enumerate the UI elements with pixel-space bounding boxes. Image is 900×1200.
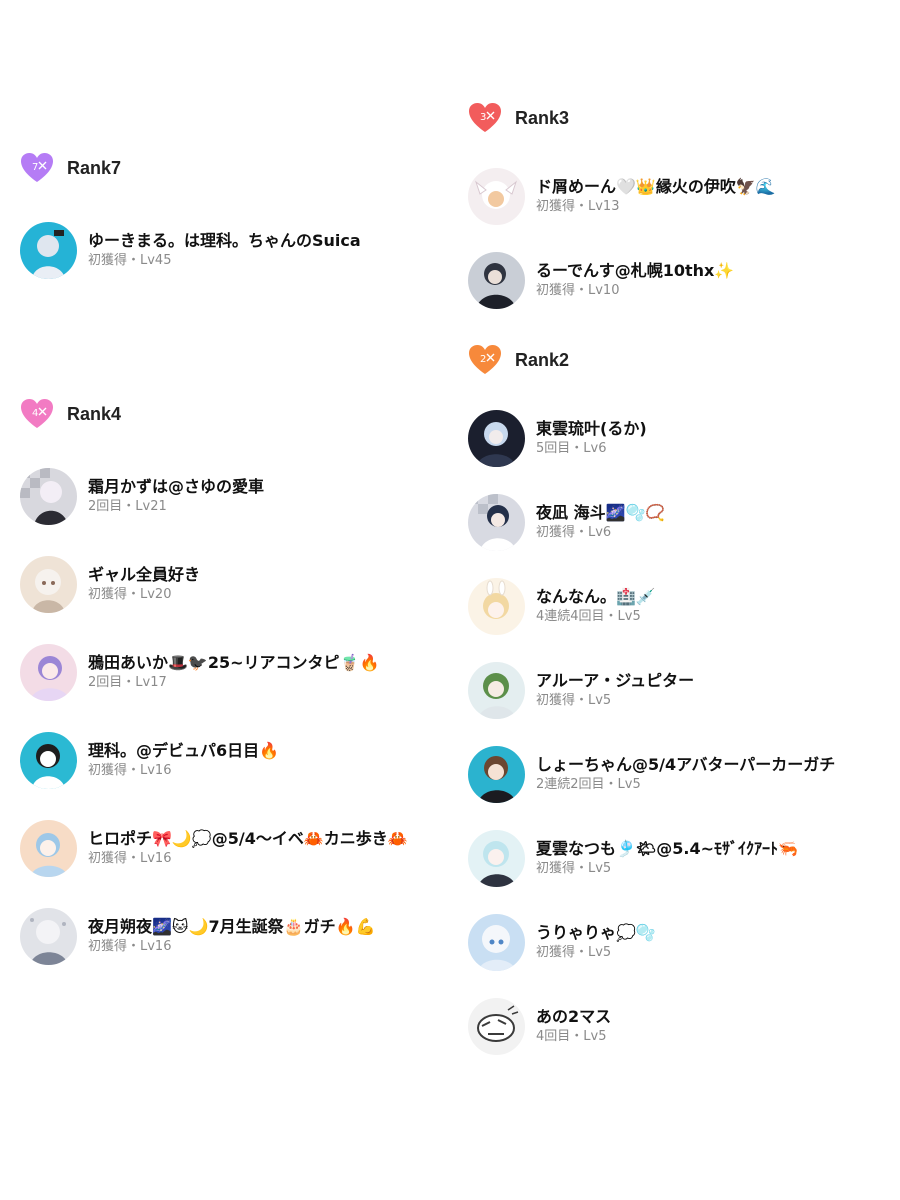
user-meta: 初獲得・Lv13 (536, 199, 620, 214)
avatar (468, 829, 525, 887)
user-name: 鴉田あいか🎩🐦‍⬛25~リアコンタピ🧋🔥 (88, 653, 380, 672)
avatar (468, 661, 525, 719)
list-item[interactable]: 霜月かずは@さゆの愛車 2回目・Lv21 (20, 466, 264, 526)
user-meta: 初獲得・Lv16 (88, 939, 172, 954)
user-meta: 初獲得・Lv45 (88, 253, 172, 268)
user-name: 東雲琉叶(るか) (536, 419, 647, 438)
list-item[interactable]: ヒロポチ🎀🌙💭@5/4〜イベ🦀カニ歩き🦀 初獲得・Lv16 (20, 818, 408, 878)
rank7-header: 7 Rank7 (20, 148, 121, 188)
list-item[interactable]: 夜月朔夜🌌🐱🌙7月生誕祭🎂ガチ🔥💪 初獲得・Lv16 (20, 906, 375, 966)
list-item[interactable]: 夏雲なつも🎐🌤@5.4~ﾓｻﾞｲｸｱｰﾄ🦐 初獲得・Lv5 (468, 828, 798, 888)
user-name: ゆーきまる。は理科。ちゃんのSuica (88, 231, 361, 250)
list-item[interactable]: ギャル全員好き 初獲得・Lv20 (20, 554, 200, 614)
user-name: アルーア・ジュピター (536, 671, 695, 690)
rank7-heart-badge-icon: 7 (20, 152, 54, 184)
user-meta: 2回目・Lv21 (88, 499, 167, 514)
user-meta: 5回目・Lv6 (536, 441, 607, 456)
user-meta: 初獲得・Lv10 (536, 283, 620, 298)
list-item[interactable]: るーでんす@札幌10thx✨ 初獲得・Lv10 (468, 250, 734, 310)
user-name: しょーちゃん@5/4アバターパーカーガチ (536, 755, 836, 774)
rank3-header: 3 Rank3 (468, 98, 569, 138)
list-item[interactable]: 理科。@デビュパ6日目🔥 初獲得・Lv16 (20, 730, 279, 790)
avatar (468, 493, 525, 551)
avatar (468, 167, 525, 225)
user-name: なんなん。🏥💉 (536, 587, 656, 606)
avatar (468, 913, 525, 971)
user-meta: 2連続2回目・Lv5 (536, 777, 641, 792)
avatar (20, 221, 77, 279)
rank2-header: 2 Rank2 (468, 340, 569, 380)
rank2-title: Rank2 (515, 349, 570, 370)
list-item[interactable]: アルーア・ジュピター 初獲得・Lv5 (468, 660, 694, 720)
avatar (468, 251, 525, 309)
avatar (20, 731, 77, 789)
user-meta: 2回目・Lv17 (88, 675, 167, 690)
user-meta: 初獲得・Lv20 (88, 587, 172, 602)
rank2-heart-badge-icon: 2 (468, 344, 502, 376)
list-item[interactable]: ド屑めーん🤍👑縁火の伊吹🦅🌊 初獲得・Lv13 (468, 166, 776, 226)
avatar (468, 997, 525, 1055)
rank2-badge-number: 2 (480, 354, 486, 365)
user-meta: 初獲得・Lv6 (536, 525, 612, 540)
rank4-heart-badge-icon: 4 (20, 398, 54, 430)
rank7-panel: 7 Rank7 ゆーきまる。は理科。ちゃんのSuica 初獲得・Lv45 (0, 142, 445, 292)
rank3-panel: 3 Rank3 ド屑めーん🤍👑縁火の伊吹🦅🌊 初獲得・Lv13 るーでんす@札幌… (448, 90, 900, 330)
avatar (20, 643, 77, 701)
user-meta: 初獲得・Lv5 (536, 861, 612, 876)
list-item[interactable]: 鴉田あいか🎩🐦‍⬛25~リアコンタピ🧋🔥 2回目・Lv17 (20, 642, 379, 702)
user-meta: 初獲得・Lv16 (88, 851, 172, 866)
user-name: 理科。@デビュパ6日目🔥 (88, 741, 280, 760)
rank2-panel: 2 Rank2 東雲琉叶(るか) 5回目・Lv6 夜凪 海斗🌌🫧📿 初獲得・Lv… (448, 332, 900, 1092)
rank4-title: Rank4 (67, 403, 122, 424)
user-meta: 初獲得・Lv5 (536, 693, 612, 708)
rank4-header: 4 Rank4 (20, 394, 121, 434)
rank7-badge-number: 7 (32, 162, 38, 173)
user-name: ヒロポチ🎀🌙💭@5/4〜イベ🦀カニ歩き🦀 (88, 829, 408, 848)
rank4-panel: 4 Rank4 霜月かずは@さゆの愛車 2回目・Lv21 ギャル全員好き 初獲得… (0, 388, 445, 978)
user-meta: 4連続4回目・Lv5 (536, 609, 641, 624)
rank7-title: Rank7 (67, 157, 122, 178)
avatar (468, 409, 525, 467)
list-item[interactable]: うりゃりゃ💭🫧 初獲得・Lv5 (468, 912, 656, 972)
list-item[interactable]: 東雲琉叶(るか) 5回目・Lv6 (468, 408, 647, 468)
user-name: 夜凪 海斗🌌🫧📿 (536, 503, 666, 522)
list-item[interactable]: しょーちゃん@5/4アバターパーカーガチ 2連続2回目・Lv5 (468, 744, 835, 804)
user-name: 夏雲なつも🎐🌤@5.4~ﾓｻﾞｲｸｱｰﾄ🦐 (536, 839, 798, 858)
list-item[interactable]: あの2マス 4回目・Lv5 (468, 996, 611, 1056)
avatar (468, 577, 525, 635)
user-name: 霜月かずは@さゆの愛車 (88, 477, 265, 496)
list-item[interactable]: 夜凪 海斗🌌🫧📿 初獲得・Lv6 (468, 492, 665, 552)
avatar (20, 907, 77, 965)
user-name: るーでんす@札幌10thx✨ (536, 261, 735, 280)
user-meta: 初獲得・Lv16 (88, 763, 172, 778)
user-name: うりゃりゃ💭🫧 (536, 923, 656, 942)
avatar (468, 745, 525, 803)
rank3-title: Rank3 (515, 107, 570, 128)
list-item[interactable]: なんなん。🏥💉 4連続4回目・Lv5 (468, 576, 656, 636)
avatar (20, 467, 77, 525)
list-item[interactable]: ゆーきまる。は理科。ちゃんのSuica 初獲得・Lv45 (20, 220, 361, 280)
rank3-badge-number: 3 (480, 112, 486, 123)
user-name: ド屑めーん🤍👑縁火の伊吹🦅🌊 (536, 177, 776, 196)
user-name: 夜月朔夜🌌🐱🌙7月生誕祭🎂ガチ🔥💪 (88, 917, 376, 936)
avatar (20, 819, 77, 877)
user-meta: 初獲得・Lv5 (536, 945, 612, 960)
user-name: あの2マス (536, 1007, 612, 1026)
user-meta: 4回目・Lv5 (536, 1029, 607, 1044)
rank3-heart-badge-icon: 3 (468, 102, 502, 134)
avatar (20, 555, 77, 613)
user-name: ギャル全員好き (88, 565, 201, 584)
rank4-badge-number: 4 (32, 408, 38, 419)
